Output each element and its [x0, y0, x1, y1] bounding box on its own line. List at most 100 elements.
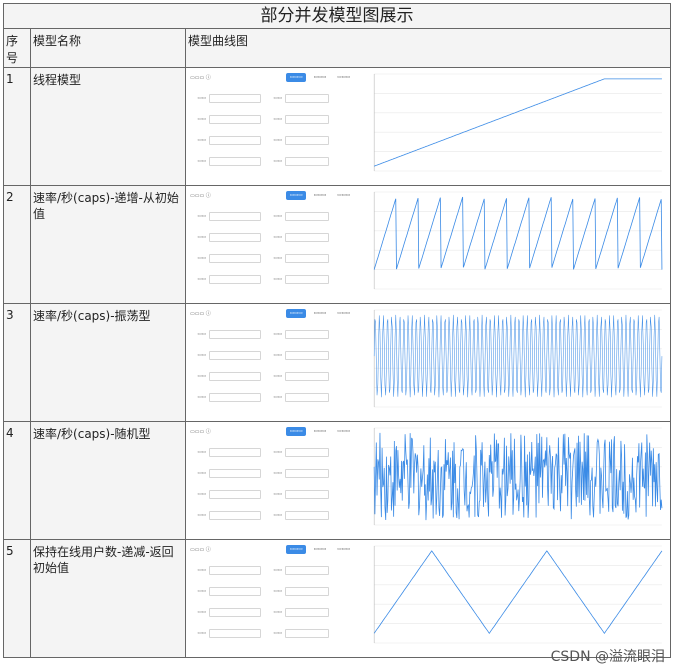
table-body: 1 线程模型 ▭▭▭ ⓘ ▭▭▭ ▭▭▭ ▭▭▭ ▭▭ ▭▭ ▭▭ ▭▭ ▭▭ ▭▭ ▭▭ ▭▭ 2 … [3, 67, 672, 658]
form-label: ▭▭ [197, 235, 206, 240]
form-input [209, 212, 261, 221]
form-row: ▭▭ ▭▭ [190, 330, 329, 339]
form-label: ▭▭ [273, 117, 282, 122]
form-input [209, 469, 261, 478]
row-figure: ▭▭▭ ⓘ ▭▭▭ ▭▭▭ ▭▭▭ ▭▭ ▭▭ ▭▭ ▭▭ ▭▭ ▭▭ ▭▭ ▭▭ [184, 185, 672, 304]
form-input [285, 448, 329, 457]
form-tab: ▭▭▭ [285, 309, 307, 318]
form-tab: ▭▭▭ [285, 545, 307, 554]
form-tab: ▭▭▭ [313, 193, 327, 198]
form-input [285, 157, 329, 166]
form-label: ▭▭ [197, 450, 206, 455]
curve-svg [373, 427, 663, 526]
form-row: ▭▭ ▭▭ [190, 254, 329, 263]
form-tab: ▭▭▭ [337, 75, 350, 80]
form-tabs: ▭▭▭ ▭▭▭ ▭▭▭ [285, 309, 354, 318]
form-title-placeholder: ▭▭▭ ⓘ [190, 75, 211, 81]
form-input [285, 351, 329, 360]
form-input [285, 275, 329, 284]
form-label: ▭▭ [197, 395, 206, 400]
row-figure: ▭▭▭ ⓘ ▭▭▭ ▭▭▭ ▭▭▭ ▭▭ ▭▭ ▭▭ ▭▭ ▭▭ ▭▭ ▭▭ ▭▭ [184, 67, 672, 186]
form-row: ▭▭ ▭▭ [190, 233, 329, 242]
form-label: ▭▭ [273, 96, 282, 101]
form-label: ▭▭ [197, 568, 206, 573]
form-label: ▭▭ [273, 610, 282, 615]
row-seq: 5 [3, 539, 31, 658]
form-tab: ▭▭▭ [337, 193, 350, 198]
form-label: ▭▭ [273, 631, 282, 636]
form-tab: ▭▭▭ [313, 311, 327, 316]
curve-chart [360, 188, 668, 301]
form-input [209, 233, 261, 242]
form-title-placeholder: ▭▭▭ ⓘ [190, 429, 211, 435]
form-row: ▭▭ ▭▭ [190, 351, 329, 360]
form-row: ▭▭ ▭▭ [190, 393, 329, 402]
row-figure: ▭▭▭ ⓘ ▭▭▭ ▭▭▭ ▭▭▭ ▭▭ ▭▭ ▭▭ ▭▭ ▭▭ ▭▭ ▭▭ ▭▭ [184, 303, 672, 422]
row-seq: 2 [3, 185, 31, 304]
form-label: ▭▭ [273, 471, 282, 476]
table-row: 3 速率/秒(caps)-振荡型 ▭▭▭ ⓘ ▭▭▭ ▭▭▭ ▭▭▭ ▭▭ ▭▭ ▭▭ ▭▭ ▭… [3, 303, 672, 422]
form-input [209, 490, 261, 499]
form-row: ▭▭ ▭▭ [190, 136, 329, 145]
table-row: 2 速率/秒(caps)-递增-从初始值 ▭▭▭ ⓘ ▭▭▭ ▭▭▭ ▭▭▭ ▭▭ ▭▭ ▭… [3, 185, 672, 304]
form-input [285, 469, 329, 478]
form-label: ▭▭ [273, 568, 282, 573]
form-input [285, 490, 329, 499]
form-label: ▭▭ [197, 256, 206, 261]
form-input [209, 629, 261, 638]
curve-chart [360, 424, 668, 537]
row-figure: ▭▭▭ ⓘ ▭▭▭ ▭▭▭ ▭▭▭ ▭▭ ▭▭ ▭▭ ▭▭ ▭▭ ▭▭ ▭▭ ▭▭ [184, 421, 672, 540]
form-input [285, 608, 329, 617]
curve-svg [373, 309, 663, 408]
form-label: ▭▭ [197, 471, 206, 476]
form-label: ▭▭ [273, 589, 282, 594]
config-form-thumbnail: ▭▭▭ ⓘ ▭▭▭ ▭▭▭ ▭▭▭ ▭▭ ▭▭ ▭▭ ▭▭ ▭▭ ▭▭ ▭▭ ▭▭ [188, 70, 360, 183]
watermark: CSDN @溢流眼泪 [550, 649, 665, 665]
config-form-thumbnail: ▭▭▭ ⓘ ▭▭▭ ▭▭▭ ▭▭▭ ▭▭ ▭▭ ▭▭ ▭▭ ▭▭ ▭▭ ▭▭ ▭▭ [188, 188, 360, 301]
form-label: ▭▭ [197, 610, 206, 615]
config-form-thumbnail: ▭▭▭ ⓘ ▭▭▭ ▭▭▭ ▭▭▭ ▭▭ ▭▭ ▭▭ ▭▭ ▭▭ ▭▭ ▭▭ ▭▭ [188, 424, 360, 537]
form-input [209, 115, 261, 124]
form-input [209, 587, 261, 596]
config-form-thumbnail: ▭▭▭ ⓘ ▭▭▭ ▭▭▭ ▭▭▭ ▭▭ ▭▭ ▭▭ ▭▭ ▭▭ ▭▭ ▭▭ ▭▭ [188, 542, 360, 655]
form-label: ▭▭ [197, 492, 206, 497]
form-label: ▭▭ [273, 492, 282, 497]
form-label: ▭▭ [273, 214, 282, 219]
form-label: ▭▭ [273, 450, 282, 455]
form-input [209, 566, 261, 575]
form-tab: ▭▭▭ [337, 311, 350, 316]
row-model-name: 线程模型 [30, 67, 186, 186]
form-tabs: ▭▭▭ ▭▭▭ ▭▭▭ [285, 191, 354, 200]
form-input [285, 115, 329, 124]
form-tab: ▭▭▭ [285, 191, 307, 200]
curve-line [373, 550, 663, 634]
form-tabs: ▭▭▭ ▭▭▭ ▭▭▭ [285, 73, 354, 82]
form-row: ▭▭ ▭▭ [190, 94, 329, 103]
form-label: ▭▭ [273, 513, 282, 518]
form-row: ▭▭ ▭▭ [190, 115, 329, 124]
form-input [209, 351, 261, 360]
form-label: ▭▭ [197, 631, 206, 636]
form-input [285, 393, 329, 402]
form-tab: ▭▭▭ [337, 547, 350, 552]
form-row: ▭▭ ▭▭ [190, 448, 329, 457]
form-label: ▭▭ [197, 589, 206, 594]
form-label: ▭▭ [273, 374, 282, 379]
row-seq: 1 [3, 67, 31, 186]
form-label: ▭▭ [197, 513, 206, 518]
form-input [209, 330, 261, 339]
form-label: ▭▭ [273, 138, 282, 143]
form-row: ▭▭ ▭▭ [190, 511, 329, 520]
form-row: ▭▭ ▭▭ [190, 566, 329, 575]
form-input [285, 372, 329, 381]
form-input [285, 330, 329, 339]
form-label: ▭▭ [197, 159, 206, 164]
form-input [209, 393, 261, 402]
form-input [285, 511, 329, 520]
form-input [209, 136, 261, 145]
form-row: ▭▭ ▭▭ [190, 587, 329, 596]
header-curve: 模型曲线图 [184, 28, 672, 68]
form-row: ▭▭ ▭▭ [190, 157, 329, 166]
form-tab: ▭▭▭ [313, 75, 327, 80]
form-row: ▭▭ ▭▭ [190, 608, 329, 617]
